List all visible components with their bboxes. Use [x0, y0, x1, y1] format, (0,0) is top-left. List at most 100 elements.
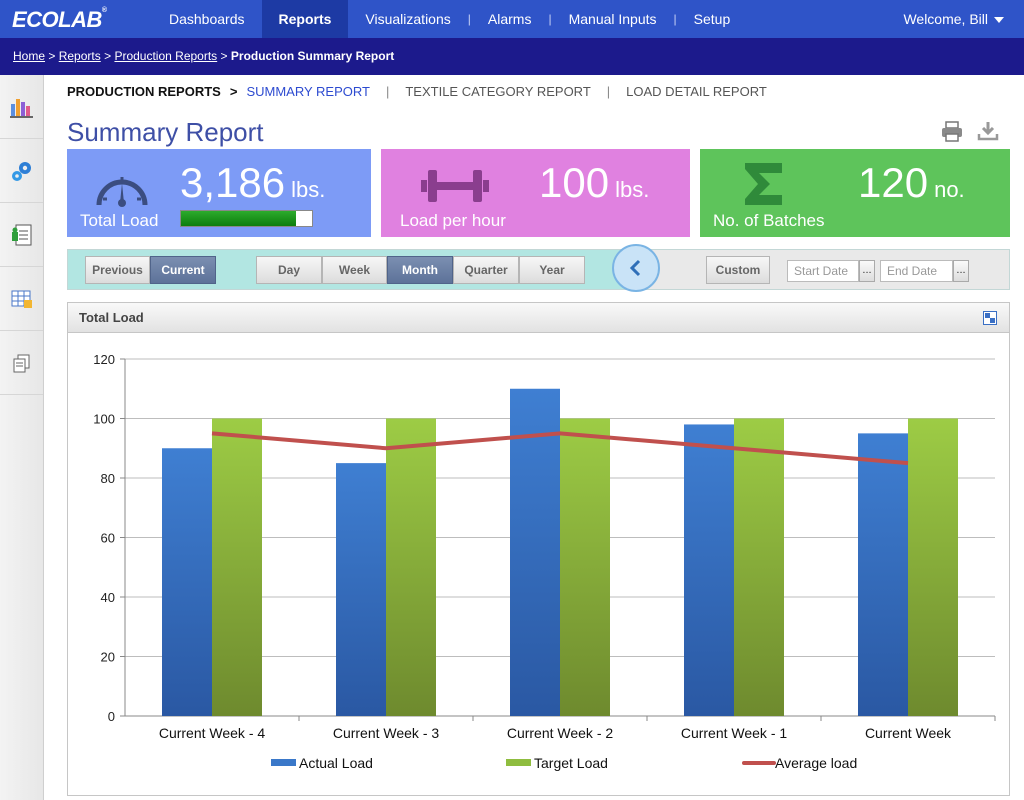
main-menu: Dashboards Reports Visualizations | Alar…: [152, 0, 747, 38]
batches-unit: no.: [934, 177, 965, 202]
progress-fill: [181, 211, 297, 226]
gears-icon: [11, 161, 31, 181]
actual-load-bar: [162, 448, 212, 716]
expand-icon[interactable]: [983, 311, 997, 325]
nav-manual-inputs[interactable]: Manual Inputs: [552, 0, 674, 38]
sidebar-item-copy[interactable]: [0, 331, 43, 395]
sidebar-item-reports[interactable]: [0, 203, 43, 267]
end-date-picker-button[interactable]: ...: [953, 260, 969, 282]
breadcrumb-separator: >: [48, 49, 56, 63]
tab-load-detail-report[interactable]: LOAD DETAIL REPORT: [626, 84, 767, 99]
nav-dashboards[interactable]: Dashboards: [152, 0, 262, 38]
welcome-text: Welcome, Bill: [903, 11, 988, 27]
load-per-hour-unit: lbs.: [615, 177, 650, 202]
card-total-load[interactable]: 3,186 lbs. Total Load: [67, 149, 371, 237]
breadcrumb-separator: >: [220, 49, 228, 63]
x-tick-label: Current Week - 4: [159, 725, 266, 741]
report-document-icon: [11, 224, 31, 245]
end-date-field[interactable]: End Date: [880, 260, 953, 282]
copy-icon: [13, 354, 29, 372]
actual-load-bar: [336, 463, 386, 716]
current-button[interactable]: Current: [150, 256, 216, 284]
card-load-per-hour[interactable]: 100 lbs. Load per hour: [381, 149, 690, 237]
sigma-icon: [745, 163, 782, 205]
breadcrumb: Home > Reports > Production Reports > Pr…: [13, 49, 394, 63]
tab-textile-category-report[interactable]: TEXTILE CATEGORY REPORT: [405, 84, 590, 99]
load-per-hour-value: 100: [539, 159, 610, 206]
previous-button[interactable]: Previous: [85, 256, 150, 284]
x-tick-label: Current Week: [865, 725, 952, 741]
y-tick-label: 100: [93, 412, 115, 427]
page-title: Summary Report: [67, 117, 264, 147]
gauge-icon: [96, 177, 148, 207]
bar-chart-icon: [9, 98, 33, 118]
load-per-hour-value-wrap: 100 lbs.: [539, 159, 649, 207]
breadcrumb-current: Production Summary Report: [230, 49, 395, 63]
nav-reports[interactable]: Reports: [261, 0, 349, 38]
left-sidebar: [0, 75, 44, 800]
target-load-bar: [386, 418, 436, 716]
breadcrumb-home[interactable]: Home: [13, 49, 45, 63]
tab-summary-report[interactable]: SUMMARY REPORT: [246, 84, 370, 99]
legend-swatch: [506, 759, 531, 766]
download-icon[interactable]: [976, 120, 1000, 142]
year-button[interactable]: Year: [519, 256, 585, 284]
card-batches[interactable]: 120 no. No. of Batches: [700, 149, 1010, 237]
y-tick-label: 60: [101, 531, 115, 546]
sidebar-item-charts[interactable]: [0, 75, 43, 139]
tab-production-reports[interactable]: PRODUCTION REPORTS: [67, 84, 221, 99]
nav-setup[interactable]: Setup: [677, 0, 748, 38]
start-date-field[interactable]: Start Date: [787, 260, 859, 282]
breadcrumb-production-reports[interactable]: Production Reports: [114, 49, 217, 63]
batches-value-wrap: 120 no.: [858, 159, 965, 207]
spreadsheet-icon: [11, 290, 32, 308]
batches-label: No. of Batches: [713, 211, 825, 230]
breadcrumb-separator: >: [104, 49, 112, 63]
breadcrumb-reports[interactable]: Reports: [59, 49, 101, 63]
target-load-bar: [734, 418, 784, 716]
breadcrumb-bar: Home > Reports > Production Reports > Pr…: [0, 38, 1024, 75]
chart-legend: Actual Load Target Load Average load: [271, 755, 857, 771]
month-button[interactable]: Month: [387, 256, 453, 284]
custom-button[interactable]: Custom: [706, 256, 770, 284]
legend-swatch: [271, 759, 296, 766]
quarter-button[interactable]: Quarter: [453, 256, 519, 284]
logo-text: ECOLAB: [12, 7, 102, 32]
week-button[interactable]: Week: [322, 256, 387, 284]
user-menu[interactable]: Welcome, Bill: [903, 0, 1004, 38]
x-tick-label: Current Week - 1: [681, 725, 788, 741]
tab-separator: |: [606, 84, 611, 99]
collapse-filter-button[interactable]: [612, 244, 660, 292]
target-load-bar: [212, 418, 262, 716]
dumbbell-icon: [421, 170, 489, 202]
total-load-value: 3,186: [180, 159, 286, 206]
load-per-hour-label: Load per hour: [400, 211, 506, 230]
print-icon[interactable]: [940, 120, 964, 142]
target-load-bar: [908, 418, 958, 716]
ecolab-logo[interactable]: ECOLAB®: [12, 7, 107, 33]
y-tick-label: 20: [101, 650, 115, 665]
legend-label: Target Load: [534, 755, 608, 771]
batches-value: 120: [858, 159, 929, 206]
panel-title: Total Load: [79, 310, 144, 325]
sidebar-item-settings[interactable]: [0, 139, 43, 203]
date-filter-bar: Previous Current Day Week Month Quarter …: [67, 249, 1010, 290]
tab-separator: |: [385, 84, 390, 99]
nav-visualizations[interactable]: Visualizations: [348, 0, 467, 38]
total-load-value-wrap: 3,186 lbs.: [180, 159, 325, 207]
caret-down-icon: [994, 17, 1004, 24]
nav-alarms[interactable]: Alarms: [471, 0, 549, 38]
y-tick-label: 0: [108, 709, 115, 724]
day-button[interactable]: Day: [256, 256, 322, 284]
legend-label: Actual Load: [299, 755, 373, 771]
total-load-chart: 0 20 40 60 80 100 120 Current Week - 4 Current W…: [93, 352, 996, 771]
report-subtabs: PRODUCTION REPORTS > SUMMARY REPORT | TE…: [67, 84, 767, 99]
y-tick-label: 120: [93, 352, 115, 367]
sidebar-item-data[interactable]: [0, 267, 43, 331]
total-load-panel: Total Load 0 20 40 60 80 100 120 Current Week -…: [67, 302, 1010, 796]
actual-load-bar: [858, 433, 908, 716]
panel-header: Total Load: [68, 303, 1009, 333]
page-actions: [940, 120, 1000, 142]
total-load-label: Total Load: [80, 211, 159, 230]
start-date-picker-button[interactable]: ...: [859, 260, 875, 282]
